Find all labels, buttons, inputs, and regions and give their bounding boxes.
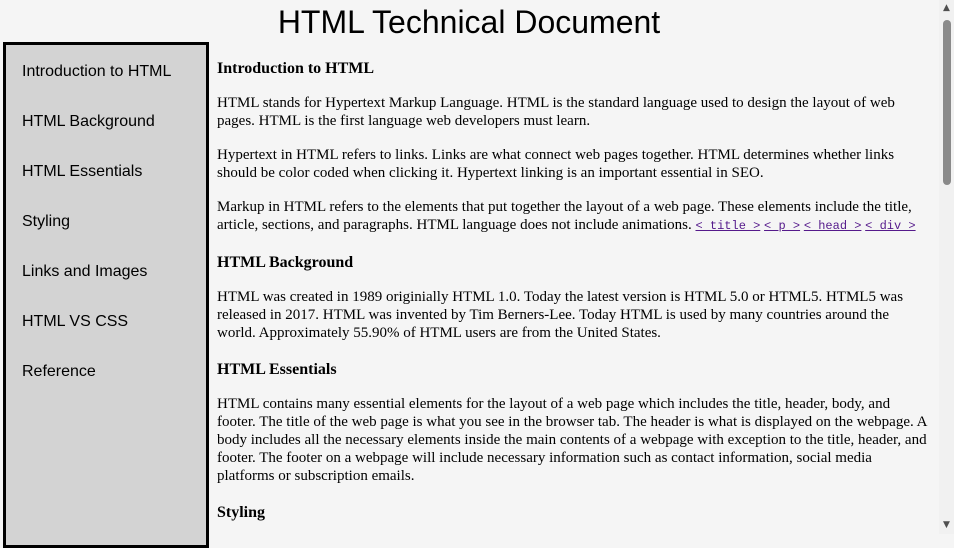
section-background: HTML Background HTML was created in 1989…	[217, 253, 929, 342]
nav-link-html-vs-css[interactable]: HTML VS CSS	[22, 297, 206, 347]
paragraph: HTML was created in 1989 originially HTM…	[217, 289, 904, 341]
nav-link-essentials[interactable]: HTML Essentials	[22, 147, 206, 197]
scroll-up-arrow-icon[interactable]: ▲	[939, 1, 954, 16]
code-link-div[interactable]: < div >	[865, 219, 915, 233]
scrollbar-thumb[interactable]	[943, 20, 951, 185]
nav-link-reference[interactable]: Reference	[22, 347, 206, 397]
nav-link-introduction[interactable]: Introduction to HTML	[22, 47, 206, 97]
vertical-scrollbar[interactable]: ▲ ▼	[939, 0, 954, 534]
code-link-p[interactable]: < p >	[764, 219, 800, 233]
nav-link-links-images[interactable]: Links and Images	[22, 247, 206, 297]
sidebar-nav: Introduction to HTML HTML Background HTM…	[3, 42, 209, 548]
paragraph: Hypertext in HTML refers to links. Links…	[217, 147, 895, 181]
page-header: HTML Technical Document	[0, 0, 938, 42]
paragraph: HTML stands for Hypertext Markup Languag…	[217, 95, 895, 129]
nav-link-background[interactable]: HTML Background	[22, 97, 206, 147]
section-heading: HTML Essentials	[217, 361, 337, 378]
section-heading: Introduction to HTML	[217, 60, 375, 77]
page-title: HTML Technical Document	[277, 4, 661, 40]
section-introduction: Introduction to HTML HTML stands for Hyp…	[217, 59, 929, 235]
code-link-title[interactable]: < title >	[695, 219, 760, 233]
section-essentials: HTML Essentials HTML contains many essen…	[217, 360, 929, 485]
scroll-down-arrow-icon[interactable]: ▼	[939, 518, 954, 533]
paragraph: Markup in HTML refers to the elements th…	[217, 198, 929, 235]
paragraph: HTML contains many essential elements fo…	[217, 396, 927, 484]
nav-link-styling[interactable]: Styling	[22, 197, 206, 247]
section-heading: HTML Background	[217, 254, 354, 271]
section-styling: Styling	[217, 503, 929, 523]
main-content: Introduction to HTML HTML stands for Hyp…	[217, 42, 929, 538]
code-link-head[interactable]: < head >	[804, 219, 862, 233]
section-heading: Styling	[217, 504, 266, 521]
